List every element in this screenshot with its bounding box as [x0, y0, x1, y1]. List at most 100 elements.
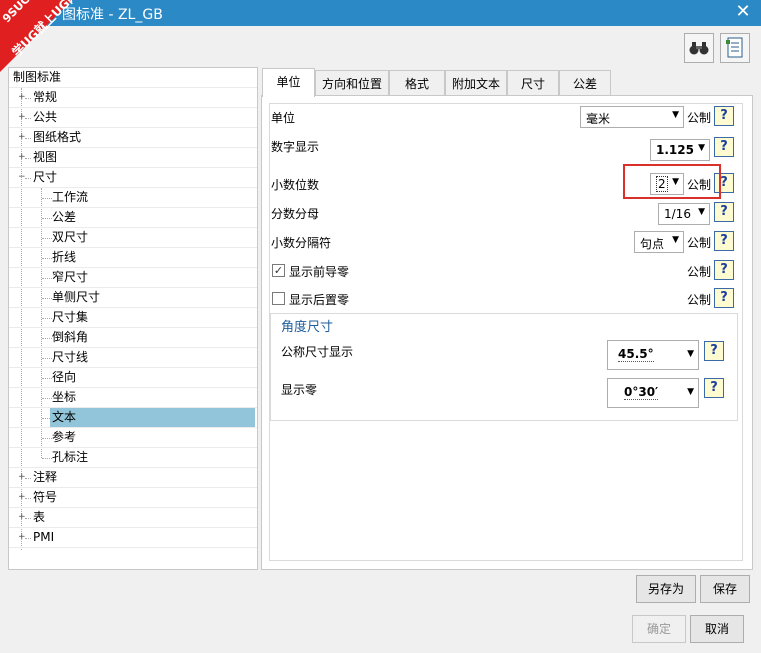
help-icon[interactable]: ? [714, 202, 734, 222]
tree-item-label: 工作流 [52, 190, 89, 204]
tree-item[interactable]: 尺寸线 [9, 348, 257, 368]
tree-item-label: 折线 [52, 250, 77, 264]
collapse-icon[interactable]: − [18, 173, 26, 182]
decimal-separator-label: 小数分隔符 [271, 236, 332, 250]
help-icon[interactable]: ? [704, 378, 724, 398]
leading-zero-checkbox[interactable]: ✓ [272, 264, 285, 277]
fraction-denominator-dropdown[interactable]: 1/16 ▼ [658, 203, 710, 225]
save-as-button[interactable]: 另存为 [636, 575, 696, 603]
tree-item-label: 公差 [52, 210, 77, 224]
tree-item[interactable]: 孔标注 [9, 448, 257, 468]
tree-item[interactable]: + 符号 [9, 488, 257, 508]
tree-item-label: 尺寸 [33, 170, 58, 184]
tree-item[interactable]: 坐标 [9, 388, 257, 408]
close-icon[interactable]: ✕ [733, 1, 753, 22]
tree-item-label: PMI [33, 530, 55, 544]
tab-appended-text[interactable]: 附加文本 [445, 70, 507, 96]
cancel-button[interactable]: 取消 [690, 615, 744, 643]
chevron-down-icon: ▼ [687, 349, 694, 359]
tree-item[interactable]: + PMI [9, 528, 257, 548]
trailing-zero-label: 显示后置零 [289, 293, 350, 307]
standards-tree[interactable]: 制图标准 + 常规 + 公共 + 图纸格式 + 视图 − 尺寸 工作流 公差 双尺寸 折线 窄尺寸 单侧尺寸尺… [8, 67, 258, 570]
document-settings-icon [726, 37, 743, 58]
chevron-down-icon: ▼ [687, 387, 694, 397]
tree-item[interactable]: + 视图 [9, 148, 257, 168]
expand-icon[interactable]: + [18, 533, 26, 542]
tree-item-label: 公共 [33, 110, 58, 124]
tree-item[interactable]: + 图纸格式 [9, 128, 257, 148]
chevron-down-icon: ▼ [698, 207, 705, 217]
tree-item-label: 参考 [52, 430, 77, 444]
decimal-places-label: 小数位数 [271, 178, 320, 192]
tree-item[interactable]: 窄尺寸 [9, 268, 257, 288]
nominal-display-label: 公称尺寸显示 [281, 345, 354, 359]
tree-item-label: 注释 [33, 470, 58, 484]
ok-button[interactable]: 确定 [632, 615, 686, 643]
tree-item-label: 尺寸集 [52, 310, 89, 324]
expand-icon[interactable]: + [18, 473, 26, 482]
tree-item-label: 坐标 [52, 390, 77, 404]
trailing-zero-checkbox[interactable] [272, 292, 285, 305]
document-settings-button[interactable] [720, 33, 750, 63]
title-bar: 图标准 - ZL_GB ✕ [0, 0, 761, 26]
decimal-separator-dropdown[interactable]: 句点 ▼ [634, 231, 684, 253]
expand-icon[interactable]: + [18, 153, 26, 162]
tree-item[interactable]: + 注释 [9, 468, 257, 488]
tree-item[interactable]: + 常规 [9, 88, 257, 108]
tab-tolerance[interactable]: 公差 [559, 70, 611, 96]
tree-item[interactable]: 单侧尺寸 [9, 288, 257, 308]
tab-dimension[interactable]: 尺寸 [507, 70, 559, 96]
help-icon[interactable]: ? [714, 288, 734, 308]
help-icon[interactable]: ? [714, 260, 734, 280]
window-title: 图标准 - ZL_GB [62, 7, 163, 23]
help-icon[interactable]: ? [704, 341, 724, 361]
tree-root[interactable]: 制图标准 [9, 68, 257, 88]
tree-item[interactable]: + 公共 [9, 108, 257, 128]
tree-item-label: 径向 [52, 370, 77, 384]
tree-item[interactable]: + 表 [9, 508, 257, 528]
tree-item[interactable]: 工作流 [9, 188, 257, 208]
unit-dropdown[interactable]: 毫米 ▼ [580, 106, 684, 128]
unit-standard: 公制 [687, 111, 712, 125]
tree-item[interactable]: 参考 [9, 428, 257, 448]
number-display-dropdown[interactable]: 1.125 ▼ [650, 139, 710, 161]
tab-orientation[interactable]: 方向和位置 [315, 70, 389, 96]
chevron-down-icon: ▼ [698, 143, 705, 153]
tree-item[interactable]: 双尺寸 [9, 228, 257, 248]
expand-icon[interactable]: + [18, 513, 26, 522]
display-zero-dropdown[interactable]: 0°30′ ▼ [607, 378, 699, 408]
tree-item[interactable]: 径向 [9, 368, 257, 388]
tab-unit[interactable]: 单位 [262, 68, 315, 97]
expand-icon[interactable]: + [18, 133, 26, 142]
help-icon[interactable]: ? [714, 106, 734, 126]
save-button[interactable]: 保存 [700, 575, 750, 603]
chevron-down-icon: ▼ [672, 110, 679, 120]
display-zero-label: 显示零 [281, 383, 318, 397]
expand-icon[interactable]: + [18, 93, 26, 102]
tree-item-label: 双尺寸 [52, 230, 89, 244]
decimal-separator-standard: 公制 [687, 236, 712, 250]
help-icon[interactable]: ? [714, 137, 734, 157]
tree-item-label: 图纸格式 [33, 130, 82, 144]
tree-item-label: 表 [33, 510, 46, 524]
tab-format[interactable]: 格式 [389, 70, 445, 96]
tree-item-label: 单侧尺寸 [52, 290, 101, 304]
expand-icon[interactable]: + [18, 493, 26, 502]
tree-item-label: 常规 [33, 90, 58, 104]
tree-item[interactable]: 折线 [9, 248, 257, 268]
chevron-down-icon: ▼ [672, 235, 679, 245]
tree-item-label: 符号 [33, 490, 58, 504]
tree-item[interactable]: 倒斜角 [9, 328, 257, 348]
nominal-display-dropdown[interactable]: 45.5° ▼ [607, 340, 699, 370]
help-icon[interactable]: ? [714, 231, 734, 251]
tree-item[interactable]: 文本 [9, 408, 257, 428]
binoculars-button[interactable] [684, 33, 714, 63]
trailing-zero-standard: 公制 [687, 293, 712, 307]
tree-item[interactable]: 公差 [9, 208, 257, 228]
tree-item[interactable]: − 尺寸 [9, 168, 257, 188]
tree-item-label: 视图 [33, 150, 58, 164]
number-display-label: 数字显示 [271, 140, 320, 154]
unit-label: 单位 [271, 111, 296, 125]
tree-item[interactable]: 尺寸集 [9, 308, 257, 328]
expand-icon[interactable]: + [18, 113, 26, 122]
